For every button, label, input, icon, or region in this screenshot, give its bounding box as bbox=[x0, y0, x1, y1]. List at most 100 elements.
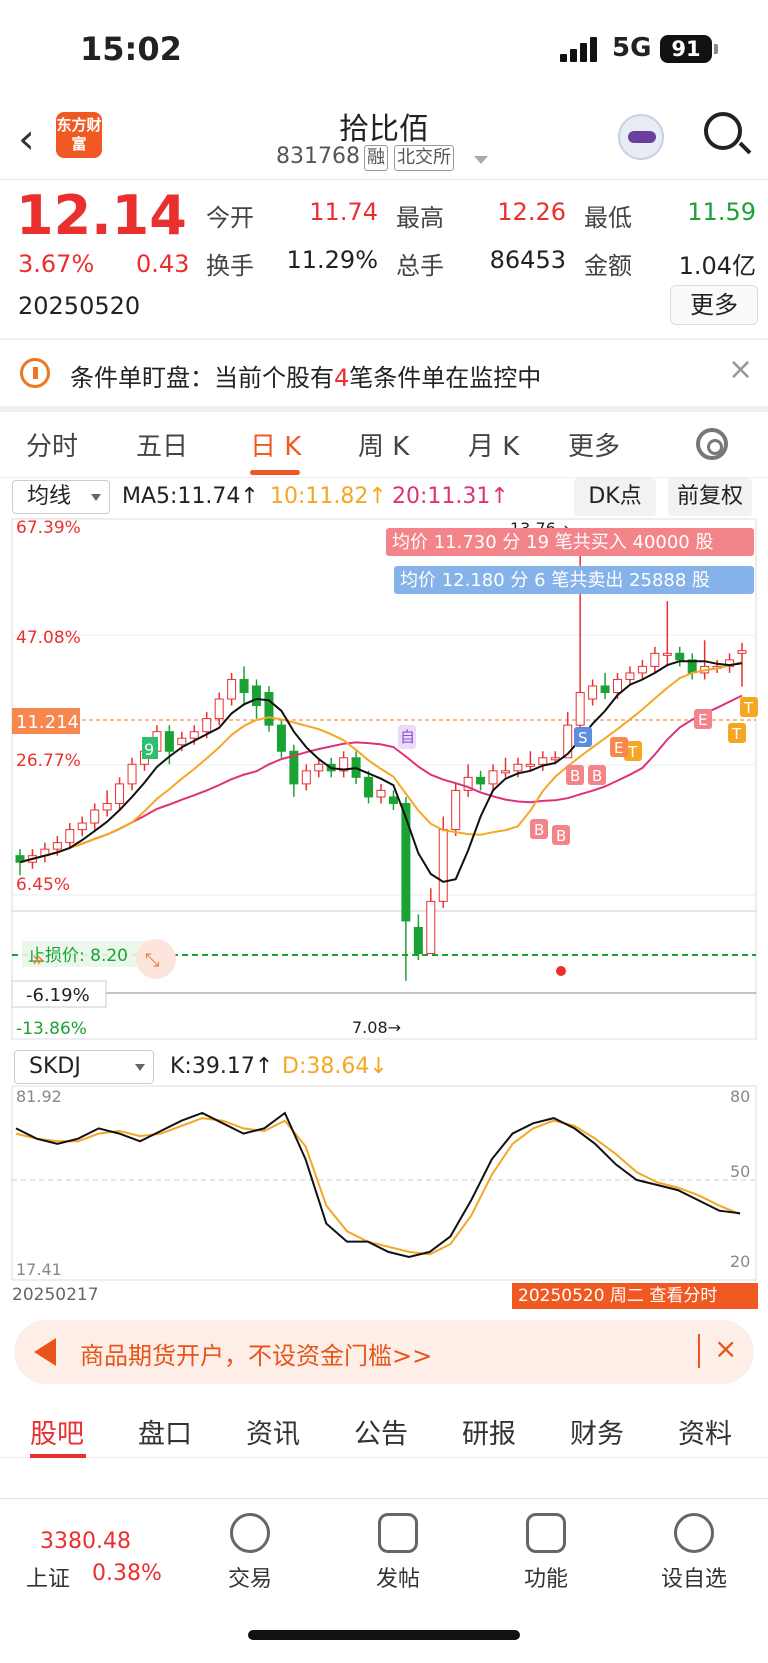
tab-weekly-k[interactable]: 周 K bbox=[358, 426, 409, 463]
tab-five-day[interactable]: 五日 bbox=[136, 426, 188, 463]
candle-body bbox=[77, 822, 87, 831]
tab-more[interactable]: 更多 bbox=[568, 426, 620, 463]
sell-banner: 均价 12.180 分 6 笔共卖出 25888 股 bbox=[400, 570, 710, 591]
close-icon[interactable]: × bbox=[728, 352, 753, 387]
nav-trade[interactable]: 交易 bbox=[200, 1513, 300, 1593]
tab-forum[interactable]: 股吧 bbox=[30, 1412, 84, 1451]
notice-text: 条件单盯盘：当前个股有4笔条件单在监控中 bbox=[70, 364, 542, 392]
tab-orderbook[interactable]: 盘口 bbox=[138, 1412, 192, 1451]
candle-body bbox=[488, 770, 498, 785]
candle-body bbox=[413, 926, 423, 955]
tab-daily-k[interactable]: 日 K bbox=[250, 426, 301, 463]
pct-label-5: -13.86% bbox=[16, 1019, 87, 1039]
status-bar: 15:02 5G 91 bbox=[0, 0, 768, 100]
adjust-button[interactable]: 前复权 bbox=[668, 478, 752, 516]
dk-point-button[interactable]: DK点 bbox=[574, 478, 656, 516]
ma5-label: MA5:11.74↑ bbox=[122, 484, 259, 509]
candle-body bbox=[500, 770, 510, 774]
candle-body bbox=[451, 789, 461, 831]
stock-switch-chevron-icon[interactable] bbox=[474, 156, 488, 164]
last-price: 12.14 bbox=[16, 184, 187, 247]
network-type: 5G bbox=[612, 33, 652, 63]
low-label: 最低 bbox=[584, 204, 632, 232]
buy-marks: B B B B bbox=[530, 765, 606, 845]
trade-icon bbox=[230, 1513, 270, 1553]
skdj-bottom-label: 17.41 bbox=[16, 1260, 62, 1279]
candle-body bbox=[600, 685, 610, 694]
amount-value: 1.04亿 bbox=[678, 252, 756, 280]
more-quote-button[interactable]: 更多 bbox=[670, 285, 758, 325]
candle-body bbox=[737, 650, 747, 654]
candle-body bbox=[214, 698, 224, 720]
candle-body bbox=[588, 685, 598, 700]
tab-finance[interactable]: 财务 bbox=[570, 1412, 624, 1451]
skdj-top-label: 81.92 bbox=[16, 1087, 62, 1106]
status-time: 15:02 bbox=[80, 30, 182, 68]
close-icon[interactable]: × bbox=[714, 1332, 737, 1365]
assistant-robot-icon[interactable] bbox=[618, 114, 664, 160]
search-icon[interactable] bbox=[704, 112, 742, 150]
candle-body bbox=[301, 770, 311, 785]
candle-body bbox=[613, 678, 623, 694]
tab-monthly-k[interactable]: 月 K bbox=[468, 426, 519, 463]
turnover-label: 换手 bbox=[206, 252, 254, 280]
tab-announcements[interactable]: 公告 bbox=[354, 1412, 408, 1451]
ad-text: 商品期货开户，不设资金门槛>> bbox=[80, 1342, 433, 1370]
svg-text:E: E bbox=[698, 711, 707, 729]
candle-body bbox=[102, 802, 112, 811]
skdj-chart[interactable]: 81.92 17.41 80 50 20 bbox=[0, 1085, 768, 1285]
double-chevron-icon: » bbox=[32, 947, 44, 971]
futures-ad-banner[interactable]: 商品期货开户，不设资金门槛>> × bbox=[14, 1320, 754, 1384]
candle-body bbox=[662, 652, 672, 656]
pct-label-3: 26.77% bbox=[16, 751, 81, 771]
index-value[interactable]: 3380.48 bbox=[40, 1529, 131, 1554]
tab-intraday[interactable]: 分时 bbox=[26, 426, 78, 463]
tab-profile[interactable]: 资料 bbox=[678, 1412, 732, 1451]
event-dot bbox=[556, 966, 566, 976]
svg-text:T: T bbox=[627, 743, 638, 761]
change-percent: 3.67% bbox=[18, 250, 95, 278]
nav-add-watchlist[interactable]: 设自选 bbox=[644, 1513, 744, 1593]
condition-order-notice[interactable]: 条件单盯盘：当前个股有4笔条件单在监控中 × bbox=[0, 344, 768, 406]
battery-icon: 91 bbox=[660, 35, 712, 63]
candle-body bbox=[90, 809, 100, 824]
svg-text:B: B bbox=[534, 821, 544, 839]
nav-functions[interactable]: 功能 bbox=[496, 1513, 596, 1593]
e-marks: E E bbox=[610, 709, 712, 757]
candle-body bbox=[177, 737, 187, 746]
indicator-select[interactable]: 均线 bbox=[12, 480, 110, 514]
skdj-d-line bbox=[15, 1117, 741, 1256]
candle-body bbox=[525, 763, 535, 767]
kline-chart[interactable]: 67.39% 47.08% 26.77% 6.45% -13.86% 11.21… bbox=[0, 515, 768, 1045]
candle-body bbox=[189, 731, 199, 739]
period-tabs: 分时 五日 日 K 周 K 月 K 更多 bbox=[0, 410, 768, 478]
battery-tip bbox=[714, 44, 718, 54]
index-name[interactable]: 上证 bbox=[26, 1561, 70, 1593]
stock-code: 831768 bbox=[276, 144, 360, 169]
price-marker: 11.214 bbox=[16, 712, 79, 733]
candle-body bbox=[227, 678, 237, 700]
skdj-d-label: D:38.64↓ bbox=[282, 1054, 388, 1079]
skdj-k-label: K:39.17↑ bbox=[170, 1054, 274, 1079]
stock-header: ‹ 东方财富 拾比佰 831768 融 北交所 bbox=[0, 100, 768, 180]
exchange-tag: 北交所 bbox=[394, 145, 454, 171]
view-intraday-button[interactable]: 20250520 周二 查看分时 bbox=[512, 1283, 758, 1309]
turnover-value: 11.29% bbox=[286, 246, 378, 274]
nav-post[interactable]: 发帖 bbox=[348, 1513, 448, 1593]
skdj-select[interactable]: SKDJ bbox=[14, 1050, 154, 1084]
index-pct[interactable]: 0.38% bbox=[92, 1561, 162, 1586]
candle-body bbox=[575, 692, 585, 726]
candle-body bbox=[52, 842, 62, 850]
low-note: 7.08→ bbox=[352, 1018, 401, 1037]
high-label: 最高 bbox=[396, 204, 444, 232]
nine-badge: 9 bbox=[144, 740, 154, 759]
svg-text:T: T bbox=[743, 699, 754, 717]
candle-body bbox=[65, 829, 75, 844]
tab-news[interactable]: 资讯 bbox=[246, 1412, 300, 1451]
take-marks: T T T bbox=[624, 697, 758, 761]
settings-gear-icon[interactable] bbox=[696, 428, 728, 460]
candle-body bbox=[625, 672, 635, 680]
svg-text:B: B bbox=[556, 827, 566, 845]
home-indicator bbox=[248, 1630, 520, 1640]
tab-research[interactable]: 研报 bbox=[462, 1412, 516, 1451]
